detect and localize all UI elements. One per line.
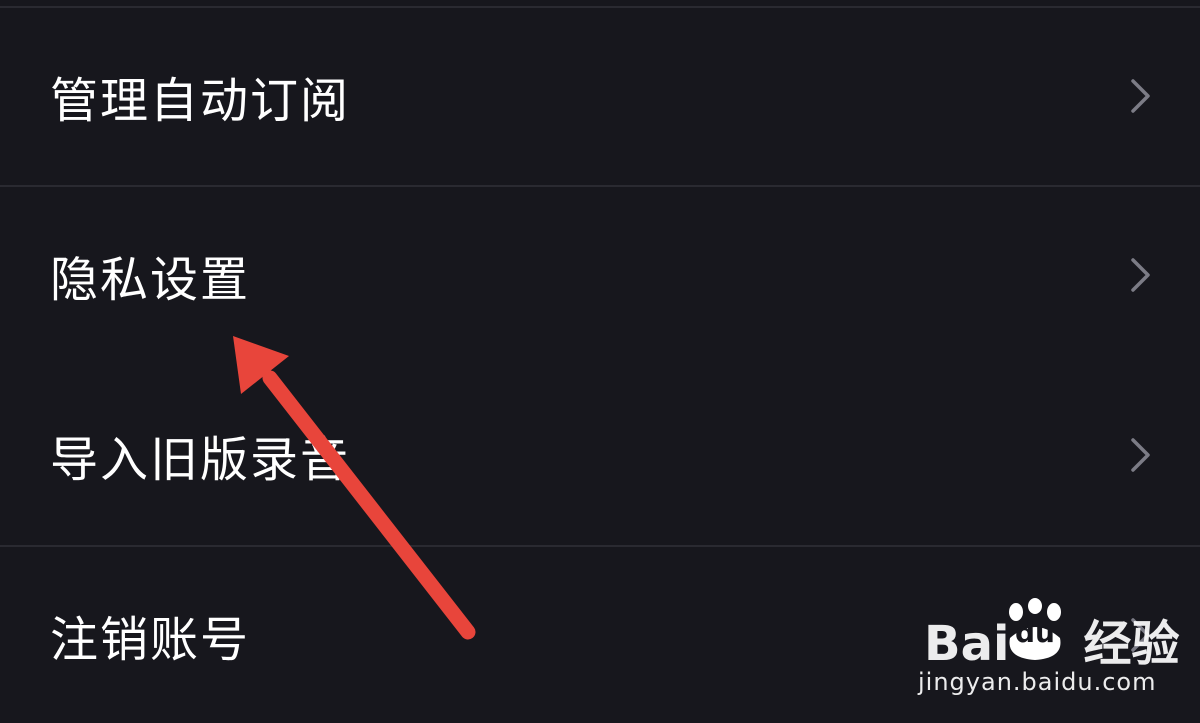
chevron-right-icon (1131, 258, 1150, 292)
menu-item-import-old-recordings[interactable]: 导入旧版录音 (0, 367, 1200, 543)
menu-item-label: 注销账号 (50, 612, 251, 668)
watermark-badge-text: du (1015, 616, 1055, 649)
menu-item-label: 导入旧版录音 (50, 432, 351, 488)
chevron-right-icon (1131, 79, 1150, 113)
menu-item-privacy-settings[interactable]: 隐私设置 (0, 187, 1200, 363)
menu-item-label: 管理自动订阅 (50, 73, 351, 129)
chevron-right-icon (1131, 438, 1150, 472)
watermark-site: jingyan.baidu.com (918, 668, 1157, 696)
menu-item-label: 隐私设置 (50, 252, 251, 308)
menu-item-manage-auto-subscription[interactable]: 管理自动订阅 (0, 8, 1200, 184)
baidu-jingyan-watermark: Bai 经验 du jingyan.baidu.com (918, 592, 1179, 702)
baidu-paw-logo-icon: du (1002, 598, 1068, 664)
